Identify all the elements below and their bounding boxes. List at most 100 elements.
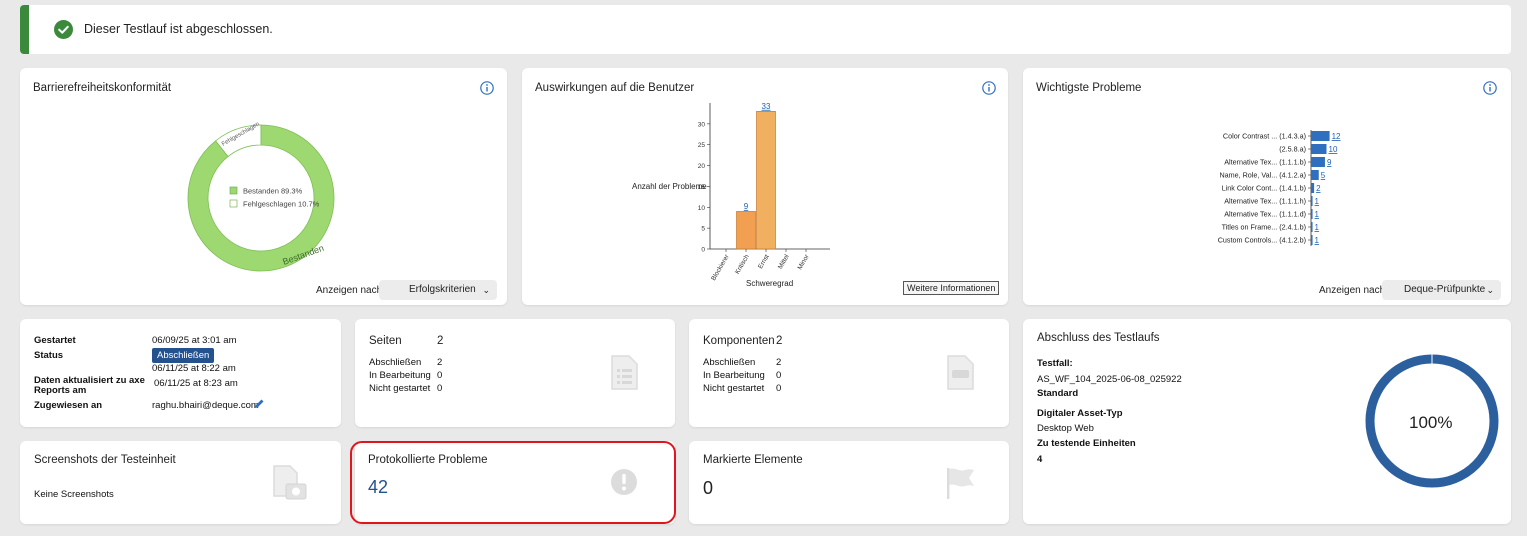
components-row-label: Abschließen (703, 357, 756, 368)
impact-y-tick-label: 20 (698, 163, 706, 170)
issues-bar[interactable] (1311, 170, 1319, 180)
top-issues-card: Wichtigste Probleme Color Contrast ... (… (1023, 68, 1511, 305)
issues-category-label: Titles on Frame... (2.4.1.b) (1222, 223, 1306, 232)
issues-value-label[interactable]: 10 (1329, 145, 1338, 154)
pages-count: 2 (437, 335, 444, 347)
issues-bar[interactable] (1311, 183, 1315, 193)
info-icon[interactable] (480, 81, 494, 95)
testcase-value: AS_WF_104_2025-06-08_025922 (1037, 374, 1182, 385)
impact-data-label[interactable]: 9 (744, 202, 749, 211)
issues-value-label[interactable]: 9 (1327, 158, 1332, 167)
impact-y-tick-label: 5 (701, 226, 705, 233)
issues-bar[interactable] (1311, 131, 1330, 141)
components-title: Komponenten (703, 335, 775, 347)
issues-category-label: Alternative Tex... (1.1.1.h) (1224, 197, 1306, 206)
pages-row-label: Nicht gestartet (369, 383, 431, 394)
issues-value-label[interactable]: 12 (1332, 132, 1341, 141)
issues-value-label[interactable]: 1 (1315, 236, 1320, 245)
view-by-value: Deque-Prüfpunkte (1404, 284, 1486, 295)
status-date: 06/11/25 at 8:22 am (152, 363, 236, 374)
components-count: 2 (776, 335, 783, 347)
issues-bar[interactable] (1311, 196, 1313, 206)
flagged-count: 0 (703, 478, 714, 498)
completion-percent: 100% (1409, 413, 1453, 432)
pencil-icon[interactable] (254, 398, 265, 409)
issues-category-label: Alternative Tex... (1.1.1.d) (1224, 210, 1306, 219)
components-row-value: 2 (776, 357, 782, 368)
issues-value-label[interactable]: 1 (1315, 223, 1320, 232)
issues-category-label: (2.5.8.a) (1279, 145, 1306, 154)
assigned-label: Zugewiesen an (34, 400, 103, 411)
units-label: Zu testende Einheiten (1037, 438, 1136, 449)
impact-x-tick-label: Ernst (757, 253, 771, 270)
impact-ylabel: Anzahl der Probleme (632, 182, 707, 191)
legend-pass: Bestanden 89.3% (243, 187, 303, 196)
issues-bar[interactable] (1311, 235, 1313, 245)
flagged-elements-card[interactable]: Markierte Elemente 0 (689, 441, 1009, 524)
status-label: Status (34, 350, 64, 361)
issues-value-label[interactable]: 1 (1315, 197, 1320, 206)
screenshots-card[interactable]: Screenshots der Testeinheit Keine Screen… (20, 441, 341, 524)
check-circle-icon (54, 20, 73, 39)
impact-x-tick-label: Kritisch (734, 253, 751, 275)
conformance-title: Barrierefreiheitskonformität (33, 82, 172, 94)
issues-category-label: Color Contrast ... (1.4.3.a) (1223, 132, 1306, 141)
screenshot-document-icon (273, 465, 307, 500)
impact-bar[interactable] (736, 211, 756, 250)
pages-row-label: Abschließen (369, 357, 422, 368)
completion-card: Abschluss des Testlaufs Testfall: AS_WF_… (1023, 319, 1511, 524)
components-card[interactable]: Komponenten 2 Abschließen 2 In Bearbeitu… (689, 319, 1009, 427)
pages-title: Seiten (369, 335, 402, 347)
screenshots-empty: Keine Screenshots (34, 489, 114, 500)
flag-icon (947, 468, 974, 499)
issues-bar[interactable] (1311, 222, 1313, 232)
top-issues-bar-chart: Color Contrast ... (1.4.3.a) 12(2.5.8.a) 1… (1218, 130, 1341, 246)
updated-label-2: Reports am (34, 385, 87, 396)
component-document-icon (947, 355, 974, 390)
chevron-down-icon: ⌄ (1486, 285, 1494, 295)
impact-bar[interactable] (756, 110, 776, 250)
impact-x-tick-label: Blockierer (710, 253, 731, 282)
issues-bar[interactable] (1311, 144, 1327, 154)
top-issues-title: Wichtigste Probleme (1036, 82, 1142, 94)
testcase-standard: Standard (1037, 388, 1079, 399)
issues-value-label[interactable]: 1 (1315, 210, 1320, 219)
components-row-label: In Bearbeitung (703, 370, 765, 381)
issues-category-label: Custom Controls... (4.1.2.b) (1218, 236, 1306, 245)
pages-row-value: 2 (437, 357, 443, 368)
issues-value-label[interactable]: 5 (1321, 171, 1326, 180)
screenshots-title: Screenshots der Testeinheit (34, 454, 176, 466)
view-by-select[interactable]: Erfolgskriterien ⌄ (379, 280, 497, 300)
completion-banner: Dieser Testlauf ist abgeschlossen. (20, 5, 1511, 54)
info-icon[interactable] (982, 81, 996, 95)
view-by-select[interactable]: Deque-Prüfpunkte ⌄ (1382, 280, 1501, 300)
conformance-donut: Fehlgeschlagen Bestanden Bestanden 89.3%… (187, 121, 335, 272)
view-by-label: Anzeigen nach (316, 285, 383, 296)
units-value: 4 (1037, 454, 1043, 465)
info-icon[interactable] (1483, 81, 1497, 95)
started-value: 06/09/25 at 3:01 am (152, 335, 237, 346)
testcase-label: Testfall: (1037, 358, 1073, 369)
impact-card: Auswirkungen auf die Benutzer 0 5 10 15 20 25… (522, 68, 1008, 305)
completion-title: Abschluss des Testlaufs (1037, 332, 1160, 344)
test-run-details-card: Gestartet 06/09/25 at 3:01 am Status Abs… (20, 319, 341, 427)
impact-xlabel: Schweregrad (746, 279, 794, 288)
pages-card[interactable]: Seiten 2 Abschließen 2 In Bearbeitung 0 … (355, 319, 675, 427)
issues-bar[interactable] (1311, 157, 1325, 167)
issues-category-label: Link Color Cont... (1.4.1.b) (1222, 184, 1306, 193)
impact-data-label[interactable]: 33 (762, 102, 771, 111)
view-by-label: Anzeigen nach (1319, 285, 1386, 296)
pages-row-value: 0 (437, 383, 443, 394)
chevron-down-icon: ⌄ (482, 285, 490, 295)
issues-value-label[interactable]: 2 (1316, 184, 1321, 193)
asset-type-value: Desktop Web (1037, 423, 1094, 434)
banner-message: Dieser Testlauf ist abgeschlossen. (84, 22, 273, 36)
more-info-button[interactable]: Weitere Informationen (903, 281, 1000, 295)
asset-type-label: Digitaler Asset-Typ (1037, 408, 1123, 419)
issues-bar[interactable] (1311, 209, 1313, 219)
impact-x-tick-label: Mittel (777, 253, 791, 270)
conformance-card: Barrierefreiheitskonformität Fehlgeschla… (20, 68, 507, 305)
impact-y-tick-label: 25 (698, 142, 706, 149)
updated-value: 06/11/25 at 8:23 am (154, 378, 238, 389)
issues-category-label: Name, Role, Val... (4.1.2.a) (1219, 171, 1306, 180)
